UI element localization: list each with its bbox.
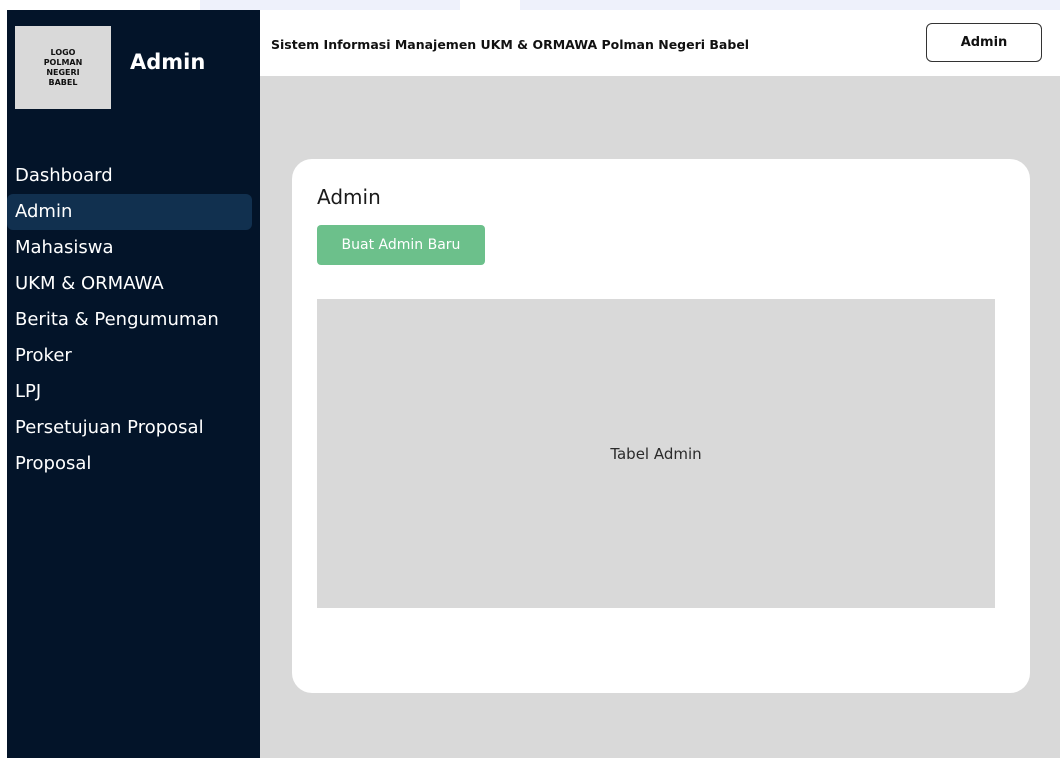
sidebar-item-mahasiswa[interactable]: Mahasiswa — [7, 230, 252, 266]
sidebar-item-lpj[interactable]: LPJ — [7, 374, 252, 410]
background-decoration-right — [520, 0, 1060, 10]
sidebar-item-proker[interactable]: Proker — [7, 338, 252, 374]
admin-table-placeholder-label: Tabel Admin — [610, 444, 702, 463]
sidebar-item-dashboard[interactable]: Dashboard — [7, 158, 252, 194]
admin-card: Admin Buat Admin Baru Tabel Admin — [292, 159, 1030, 693]
sidebar: LOGO POLMAN NEGERI BABEL Admin Dashboard… — [7, 10, 260, 758]
top-bar: Sistem Informasi Manajemen UKM & ORMAWA … — [260, 10, 1060, 76]
admin-table: Tabel Admin — [317, 299, 995, 608]
sidebar-brand-title: Admin — [130, 50, 206, 74]
sidebar-item-admin[interactable]: Admin — [7, 194, 252, 230]
sidebar-item-proposal[interactable]: Proposal — [7, 446, 252, 482]
logo: LOGO POLMAN NEGERI BABEL — [15, 26, 111, 109]
page-title: Admin — [317, 185, 381, 209]
create-admin-button[interactable]: Buat Admin Baru — [317, 225, 485, 265]
sidebar-nav: Dashboard Admin Mahasiswa UKM & ORMAWA B… — [7, 158, 260, 482]
background-decoration-left — [200, 0, 460, 10]
sidebar-item-persetujuan-proposal[interactable]: Persetujuan Proposal — [7, 410, 252, 446]
sidebar-item-berita-pengumuman[interactable]: Berita & Pengumuman — [7, 302, 252, 338]
sidebar-item-ukm-ormawa[interactable]: UKM & ORMAWA — [7, 266, 252, 302]
app-title: Sistem Informasi Manajemen UKM & ORMAWA … — [271, 37, 750, 52]
main-content: Admin Buat Admin Baru Tabel Admin — [260, 76, 1060, 758]
user-menu-button[interactable]: Admin — [926, 23, 1042, 62]
logo-text: LOGO POLMAN NEGERI BABEL — [43, 47, 83, 87]
